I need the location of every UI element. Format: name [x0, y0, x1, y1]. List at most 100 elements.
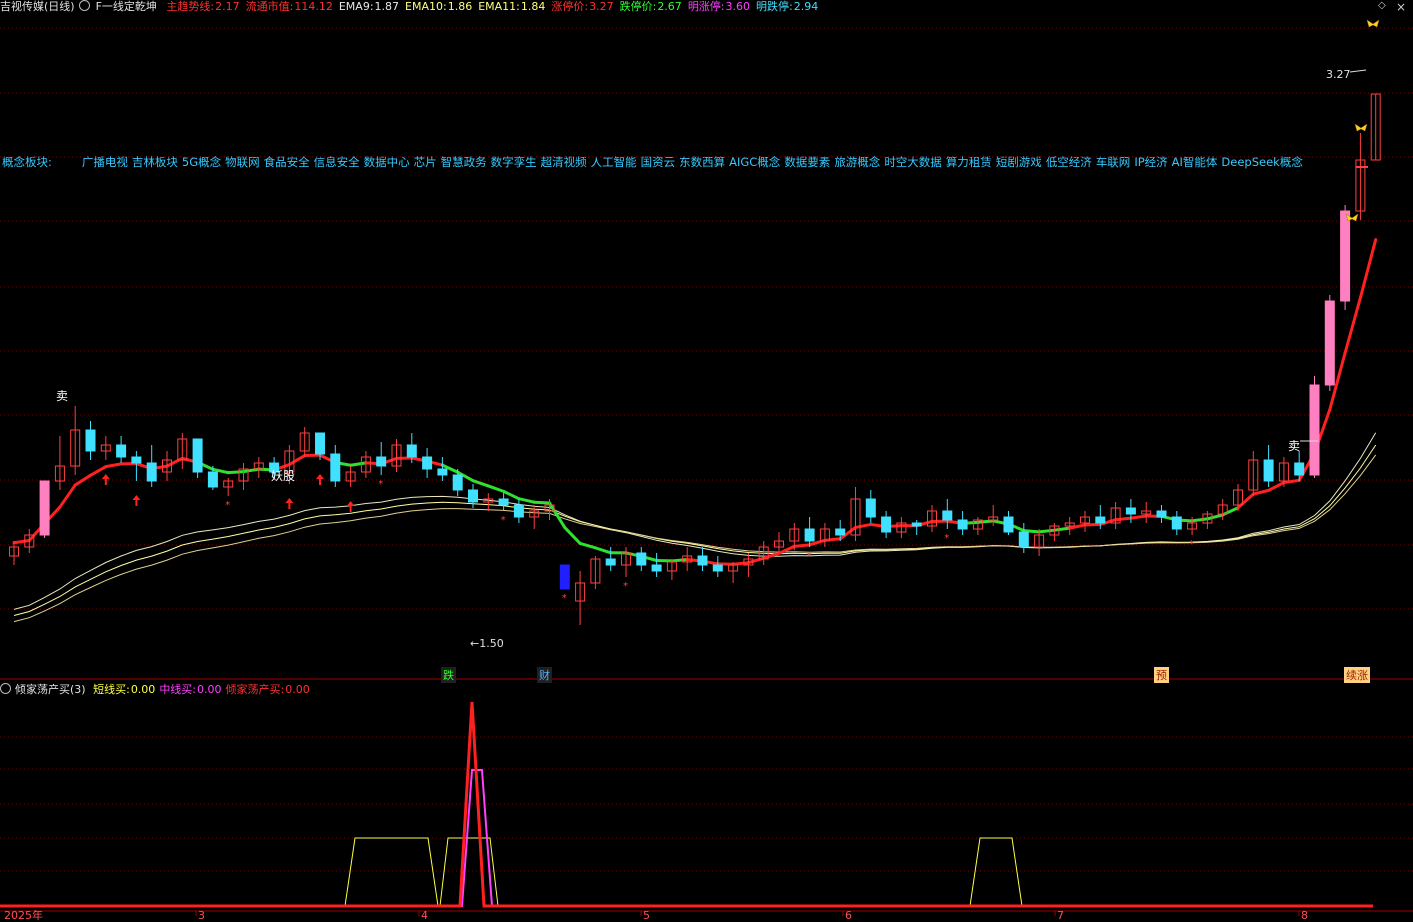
candle-body [942, 510, 953, 521]
ema-lines [13, 432, 1377, 623]
trend-segment [517, 497, 536, 504]
trend-segment [349, 461, 368, 467]
candle-body [1324, 300, 1335, 386]
star-icon: * [1189, 539, 1194, 550]
trend-segment [670, 558, 689, 563]
short-term-buy-line [0, 837, 1373, 907]
candle-body [376, 456, 387, 467]
trend-segment [1236, 492, 1255, 510]
indicator-chart[interactable] [0, 680, 1413, 912]
trend-segment [792, 543, 812, 548]
month-label: 5 [643, 909, 650, 922]
trend-segment [104, 462, 123, 469]
trend-segment [12, 539, 31, 545]
all-in-buy-line [0, 701, 1373, 908]
candle-body [865, 498, 876, 518]
candle-body [804, 528, 815, 542]
trend-segment [532, 500, 551, 505]
trend-segment [823, 537, 842, 542]
trend-segment [89, 465, 108, 477]
main-trend-line [12, 238, 1378, 566]
candle-body [315, 432, 325, 455]
candle-body [1156, 510, 1167, 518]
candle-body [881, 516, 892, 533]
signal-marks: * * * * * * * * [101, 19, 1380, 604]
candles [9, 93, 1381, 625]
trend-segment [502, 489, 521, 501]
star-icon: * [944, 533, 949, 544]
candle-body [1018, 531, 1029, 548]
sell-signal-label: 卖 [56, 389, 69, 403]
trend-segment [854, 522, 873, 529]
candle-body [498, 498, 509, 506]
star-icon: * [807, 551, 812, 562]
trend-segment [1037, 528, 1056, 534]
trend-segment [1267, 481, 1286, 492]
month-label: 6 [845, 909, 852, 922]
candle-body [1095, 516, 1106, 524]
candle-body [1294, 462, 1305, 476]
candle-body [146, 462, 157, 482]
trend-segment [287, 454, 307, 467]
trend-segment [1205, 513, 1225, 521]
candlestick-chart[interactable]: * * * * * * * * [0, 0, 1413, 680]
star-icon: * [623, 581, 628, 592]
candle-body [468, 489, 478, 503]
candle-body [330, 453, 341, 482]
trend-segment [731, 561, 750, 566]
candle-body [131, 456, 142, 464]
candle-body [957, 519, 968, 530]
candle-body [1171, 516, 1182, 530]
candle-body [1003, 516, 1014, 533]
butterfly-icon [1345, 213, 1359, 222]
candle-body [406, 444, 417, 458]
butterfly-icon [1354, 123, 1368, 132]
candle-body [697, 555, 708, 566]
candle-body [422, 456, 433, 470]
candle-body [116, 444, 127, 458]
candle-body [651, 564, 662, 572]
trend-segment [1114, 516, 1133, 522]
high-pointer [1349, 69, 1367, 73]
ema-line [13, 432, 1377, 610]
buy-arrow-icon [132, 495, 141, 506]
month-label: 8 [1301, 909, 1308, 922]
butterfly-icon [1366, 19, 1380, 28]
candle-body [452, 474, 463, 491]
candle-body [1340, 210, 1351, 302]
candle-body [1309, 384, 1320, 476]
buy-arrow-icon [316, 474, 324, 485]
trend-segment [593, 546, 613, 555]
star-icon: * [562, 593, 567, 604]
trend-segment [226, 470, 245, 475]
year-label: 2025年 [4, 909, 43, 922]
trend-segment [1083, 522, 1102, 527]
demon-stock-label: 妖股 [271, 469, 296, 483]
trend-segment [1358, 238, 1378, 300]
trend-segment [1068, 523, 1087, 530]
candle-body [513, 504, 524, 518]
time-axis [0, 910, 1413, 916]
candle-body [85, 429, 96, 452]
low-price-label: ←1.50 [470, 637, 504, 650]
month-label: 7 [1057, 909, 1064, 922]
trend-segment [471, 479, 490, 488]
candle-body [835, 528, 846, 536]
trend-segment [1343, 296, 1362, 355]
candle-body [559, 564, 570, 590]
candle-body [712, 564, 723, 572]
month-label: 3 [198, 909, 205, 922]
high-price-label: 3.27 [1326, 68, 1351, 81]
candle-body [636, 552, 647, 566]
candle-body [437, 468, 448, 476]
candle-body [911, 522, 922, 527]
trend-segment [1251, 488, 1271, 496]
trend-segment [578, 541, 597, 550]
star-icon: * [378, 479, 383, 490]
candle-body [192, 438, 203, 473]
candle-body [1125, 507, 1136, 515]
trend-segment [976, 519, 995, 524]
trend-segment [1052, 526, 1072, 532]
candle-body [39, 480, 50, 536]
candle-body [207, 471, 218, 488]
